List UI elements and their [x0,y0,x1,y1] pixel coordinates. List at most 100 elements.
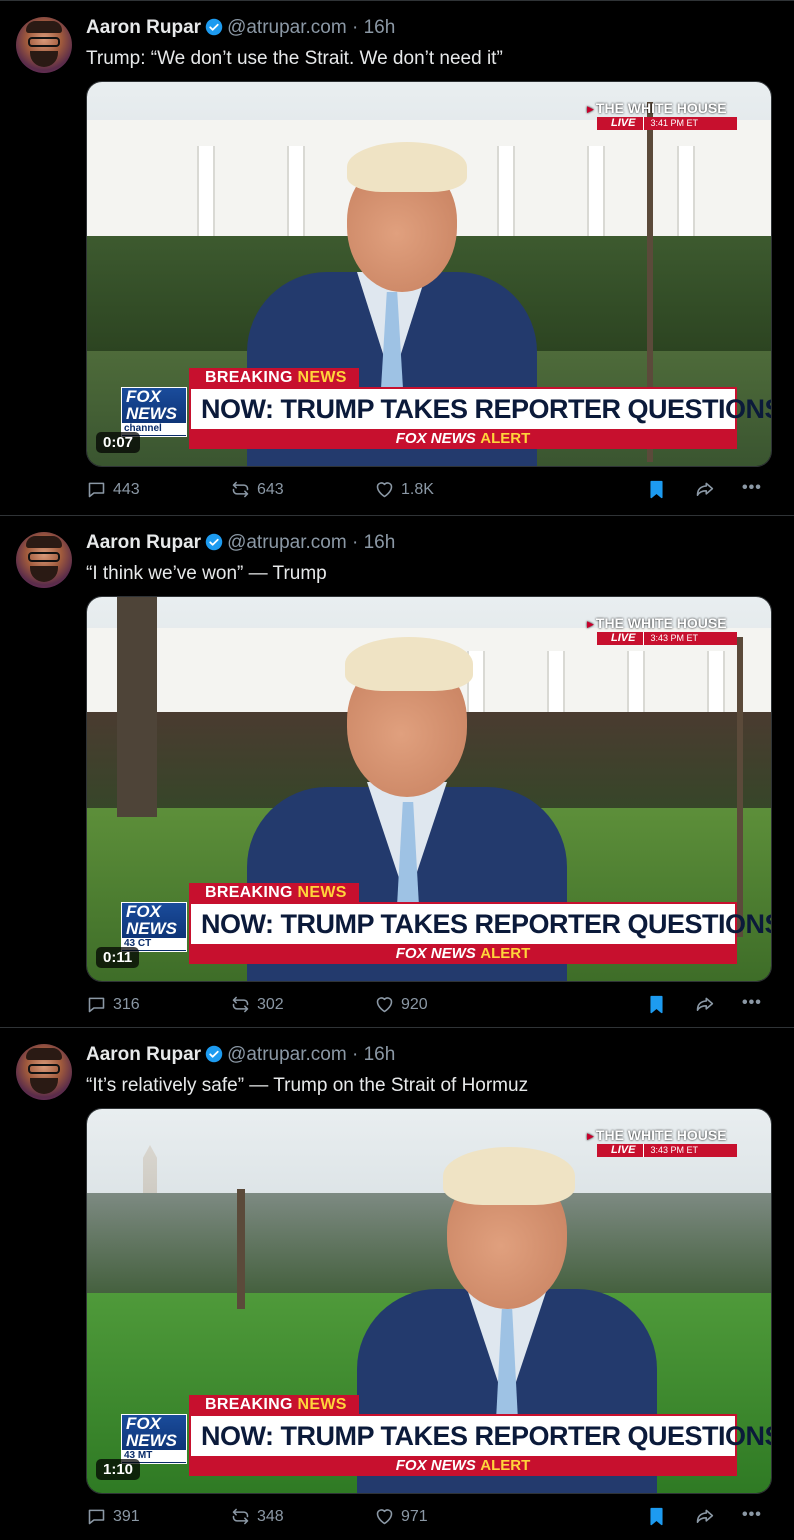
reply-button[interactable]: 443 [86,479,140,500]
share-button[interactable] [694,479,721,500]
chyron-alert: FOX NEWS ALERT [189,429,737,449]
reply-icon [88,997,105,1013]
repost-button[interactable]: 348 [230,1506,284,1527]
like-count: 971 [401,1507,428,1525]
like-count: 920 [401,995,428,1013]
avatar[interactable] [16,17,72,73]
video-timer: 1:10 [96,1459,141,1480]
more-button[interactable]: ••• [742,1506,762,1524]
breaking-news-tag: BREAKING NEWS [189,368,359,388]
author-handle[interactable]: @atrupar.com [227,1044,347,1065]
chyron-headline: NOW: TRUMP TAKES REPORTER QUESTIONS [189,902,771,944]
author-name[interactable]: Aaron Rupar [86,17,201,38]
repost-button[interactable]: 302 [230,994,284,1015]
video-timer: 0:11 [96,947,140,968]
reply-button[interactable]: 391 [86,1506,140,1527]
reply-count: 316 [113,995,140,1013]
share-button[interactable] [694,994,721,1015]
share-button[interactable] [694,1506,721,1527]
more-button[interactable]: ••• [742,994,762,1012]
fox-news-logo: FOX NEWS 43 CT [121,902,187,952]
like-button[interactable]: 920 [374,994,428,1015]
reply-count: 391 [113,1507,140,1525]
chyron-headline: NOW: TRUMP TAKES REPORTER QUESTIONS [189,1414,771,1456]
separator: · [351,532,359,553]
location-bug: THE WHITE HOUSE LIVE3:43 PM ET [587,615,737,645]
avatar[interactable] [16,1044,72,1100]
post[interactable]: Aaron Rupar @atrupar.com · 16h “I think w… [0,516,794,1028]
author-name[interactable]: Aaron Rupar [86,1044,201,1065]
verified-badge-icon [205,18,223,36]
post-header: Aaron Rupar @atrupar.com · 16h [86,532,395,554]
broadcast-clock: 3:41 PM ET [643,117,698,130]
video-timer: 0:07 [96,432,141,453]
repost-count: 643 [257,480,284,498]
video-player[interactable]: THE WHITE HOUSE LIVE3:43 PM ET BREAKING … [86,596,772,982]
breaking-news-tag: BREAKING NEWS [189,883,359,903]
repost-count: 348 [257,1507,284,1525]
bookmark-button[interactable] [646,994,673,1015]
post-time[interactable]: 16h [364,532,396,553]
chyron-alert: FOX NEWS ALERT [189,944,737,964]
author-handle[interactable]: @atrupar.com [227,17,347,38]
like-button[interactable]: 1.8K [374,479,434,500]
broadcast-clock: 3:43 PM ET [643,632,698,645]
bookmark-icon [650,995,663,1014]
bookmark-button[interactable] [646,479,673,500]
video-player[interactable]: THE WHITE HOUSE LIVE3:41 PM ET BREAKING … [86,81,772,467]
post-text: Trump: “We don’t use the Strait. We don’… [86,48,503,69]
fox-news-logo: FOX NEWS channel [121,387,187,437]
bookmark-button[interactable] [646,1506,673,1527]
post-time[interactable]: 16h [364,17,396,38]
heart-icon [376,1509,393,1525]
more-icon: ••• [742,1506,762,1523]
author-handle[interactable]: @atrupar.com [227,532,347,553]
post-header: Aaron Rupar @atrupar.com · 16h [86,1044,395,1066]
bookmark-icon [650,480,663,499]
share-icon [696,482,714,496]
heart-icon [376,482,393,498]
broadcast-clock: 3:43 PM ET [643,1144,698,1157]
verified-badge-icon [205,533,223,551]
post-header: Aaron Rupar @atrupar.com · 16h [86,17,395,39]
post[interactable]: Aaron Rupar @atrupar.com · 16h Trump: “We… [0,0,794,516]
feed: Aaron Rupar @atrupar.com · 16h Trump: “We… [0,0,794,1540]
location-bug: THE WHITE HOUSE LIVE3:43 PM ET [587,1127,737,1157]
more-icon: ••• [742,479,762,496]
action-bar: 443 643 1.8K ••• [86,479,776,503]
post-text: “It’s relatively safe” — Trump on the St… [86,1075,529,1096]
reply-icon [88,482,105,498]
more-button[interactable]: ••• [742,479,762,497]
post-text: “I think we’ve won” — Trump [86,563,327,584]
video-player[interactable]: THE WHITE HOUSE LIVE3:43 PM ET BREAKING … [86,1108,772,1494]
repost-count: 302 [257,995,284,1013]
chyron-headline: NOW: TRUMP TAKES REPORTER QUESTIONS [189,387,771,429]
heart-icon [376,997,393,1013]
post[interactable]: Aaron Rupar @atrupar.com · 16h “It’s rela… [0,1028,794,1540]
separator: · [351,17,359,38]
avatar[interactable] [16,532,72,588]
chyron-alert: FOX NEWS ALERT [189,1456,737,1476]
like-count: 1.8K [401,480,434,498]
verified-badge-icon [205,1045,223,1063]
breaking-news-tag: BREAKING NEWS [189,1395,359,1415]
repost-button[interactable]: 643 [230,479,284,500]
reply-button[interactable]: 316 [86,994,140,1015]
live-label: LIVE [611,1144,636,1156]
fox-news-logo: FOX NEWS 43 MT [121,1414,187,1464]
repost-icon [232,996,249,1013]
post-time[interactable]: 16h [364,1044,396,1065]
more-icon: ••• [742,994,762,1011]
reply-icon [88,1509,105,1525]
like-button[interactable]: 971 [374,1506,428,1527]
share-icon [696,1509,714,1523]
action-bar: 391 348 971 ••• [86,1506,776,1530]
location-bug: THE WHITE HOUSE LIVE3:41 PM ET [587,100,737,130]
separator: · [351,1044,359,1065]
bookmark-icon [650,1507,663,1526]
author-name[interactable]: Aaron Rupar [86,532,201,553]
live-label: LIVE [611,117,636,129]
share-icon [696,997,714,1011]
reply-count: 443 [113,480,140,498]
repost-icon [232,481,249,498]
